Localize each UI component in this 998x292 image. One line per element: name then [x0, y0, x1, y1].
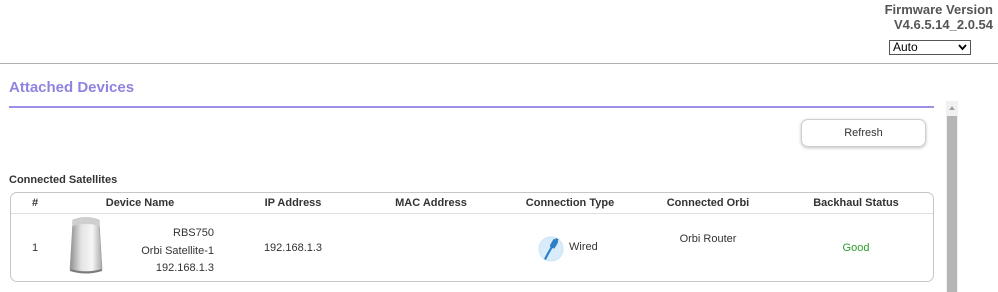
device-name-cell: RBS750 Orbi Satellite-1 192.168.1.3 [120, 225, 214, 278]
column-header-connection-type: Connection Type [525, 197, 615, 209]
column-header-ip-address: IP Address [264, 197, 322, 209]
device-name: Orbi Satellite-1 [141, 244, 214, 257]
orbi-satellite-icon [69, 217, 103, 274]
column-header-backhaul-status: Backhaul Status [813, 197, 899, 209]
refresh-button-label: Refresh [844, 127, 883, 139]
firmware-version: V4.6.5.14_2.0.54 [893, 17, 993, 32]
column-header-device-name: Device Name [105, 197, 175, 209]
section-title-connected-satellites: Connected Satellites [9, 174, 118, 186]
ethernet-cable-icon [538, 236, 564, 262]
backhaul-status-cell: Good [842, 242, 870, 254]
connection-type-cell: Wired [569, 241, 598, 253]
table-header-divider [11, 213, 933, 214]
firmware-label: Firmware Version [884, 2, 993, 17]
page-title: Attached Devices [9, 79, 135, 96]
connected-orbi-cell: Orbi Router [679, 233, 737, 245]
refresh-button[interactable]: Refresh [801, 119, 926, 147]
device-model: RBS750 [173, 227, 214, 239]
header-divider [0, 63, 998, 64]
device-ip: 192.168.1.3 [155, 262, 214, 274]
scrollbar-thumb[interactable] [947, 116, 957, 292]
ip-address-cell: 192.168.1.3 [263, 242, 323, 254]
title-underline [9, 106, 934, 108]
column-header-connected-orbi: Connected Orbi [666, 197, 750, 209]
column-header-index: # [31, 197, 39, 209]
column-header-mac-address: MAC Address [395, 197, 467, 209]
language-select-value: Auto [893, 40, 918, 54]
row-index: 1 [31, 242, 39, 254]
language-select[interactable]: Auto [889, 40, 971, 55]
chevron-down-icon [958, 44, 967, 51]
scroll-up-arrow-icon[interactable] [946, 101, 958, 115]
